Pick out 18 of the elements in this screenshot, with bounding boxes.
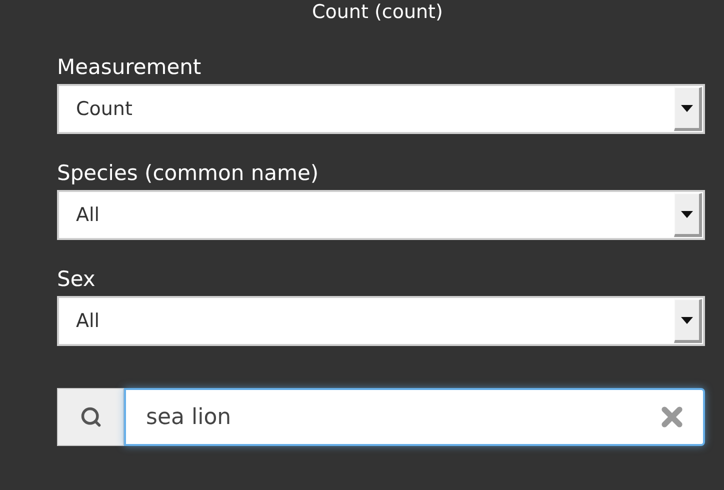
caret-icon xyxy=(681,210,693,218)
dropdown[interactable]: Count xyxy=(57,84,705,134)
search-icon xyxy=(80,406,102,428)
field-label: Sex xyxy=(57,266,96,293)
dropdown-arrow-button[interactable] xyxy=(674,193,702,237)
dropdown-value: Count xyxy=(75,96,134,122)
dropdown[interactable]: All xyxy=(57,296,705,346)
caret-icon xyxy=(681,316,693,324)
dropdown-arrow-button[interactable] xyxy=(674,87,702,131)
field-label: Species (common name) xyxy=(57,160,320,187)
dropdown[interactable]: All xyxy=(57,190,705,240)
search-field[interactable]: sea lion xyxy=(124,388,705,446)
dropdown-arrow-button[interactable] xyxy=(674,299,702,343)
dropdown-value: All xyxy=(75,308,101,334)
section-title: Count (count) xyxy=(312,0,443,24)
caret-icon xyxy=(681,104,693,112)
dropdown-value: All xyxy=(75,202,101,228)
field-label: Measurement xyxy=(57,54,202,81)
